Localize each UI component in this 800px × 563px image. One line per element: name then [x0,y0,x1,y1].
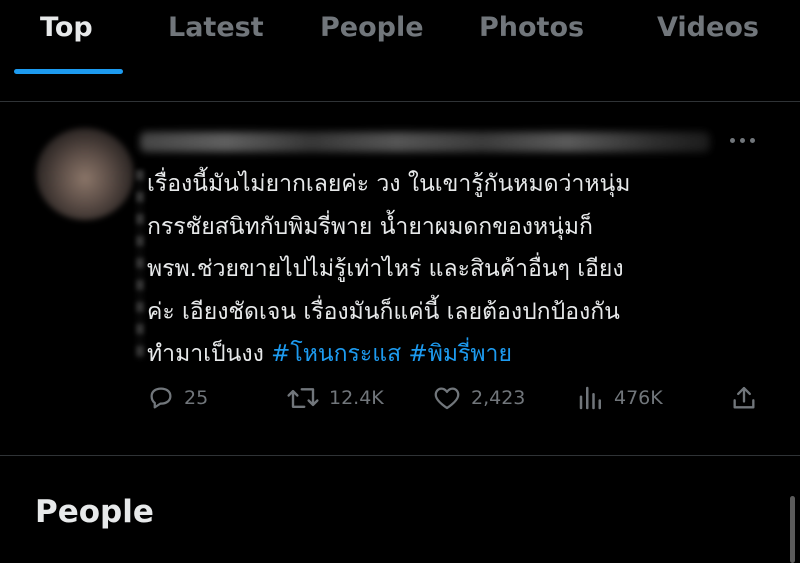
tweet-text: เรื่องนี้มันไม่ยากเลยค่ะ วง ในเขารู้กันห… [147,163,777,376]
people-section-heading: People [35,494,154,530]
more-options-icon[interactable] [730,130,760,150]
tweet-text-fragment: ทำมาเป็นงง [147,341,264,367]
reply-icon [150,387,172,409]
author-name-blurred [140,132,710,152]
view-count: 476K [614,387,663,409]
retweet-count: 12.4K [329,387,384,409]
tab-latest[interactable]: Latest [168,12,264,43]
tab-people[interactable]: People [320,12,424,43]
views-chart-icon [579,386,601,410]
tweet-text-line: ค่ะ เอียงชัดเจน เรื่องมันก็แค่นี้ เลยต้อ… [147,298,620,325]
tweet-divider [0,455,800,456]
like-button[interactable]: 2,423 [431,383,525,413]
tweet-text-line: ทำมาเป็นงง #โหนกระแส #พิมรี่พาย [147,333,777,376]
tabs-divider [0,101,800,102]
blurred-overlay [136,170,144,360]
reply-button[interactable]: 25 [146,383,208,413]
retweet-icon [287,388,319,408]
tab-videos[interactable]: Videos [657,12,759,43]
heart-icon [434,387,460,410]
active-tab-indicator [14,69,123,74]
search-tabs: Top Latest People Photos Videos [0,0,800,80]
tweet-text-line: เรื่องนี้มันไม่ยากเลยค่ะ วง ในเขารู้กันห… [147,171,631,197]
scrollbar[interactable] [790,496,795,563]
views-button[interactable]: 476K [576,383,663,413]
share-icon [733,386,755,409]
tweet-text-line: กรรชัยสนิทกับพิมรี่พาย น้ำยาผมดกของหนุ่ม… [147,213,593,240]
avatar[interactable] [36,128,134,220]
tab-photos[interactable]: Photos [479,12,584,43]
share-button[interactable] [730,383,758,413]
hashtag-link[interactable]: #พิมรี่พาย [408,341,512,367]
tweet-actions: 25 12.4K 2,423 476K [0,383,800,419]
tab-top[interactable]: Top [40,12,93,43]
retweet-button[interactable]: 12.4K [285,383,384,413]
tweet-text-line: พรพ.ช่วยขายไปไม่รู้เท่าไหร่ และสินค้าอื่… [147,256,624,282]
hashtag-link[interactable]: #โหนกระแส [271,341,401,367]
like-count: 2,423 [471,387,526,409]
reply-count: 25 [184,387,209,409]
